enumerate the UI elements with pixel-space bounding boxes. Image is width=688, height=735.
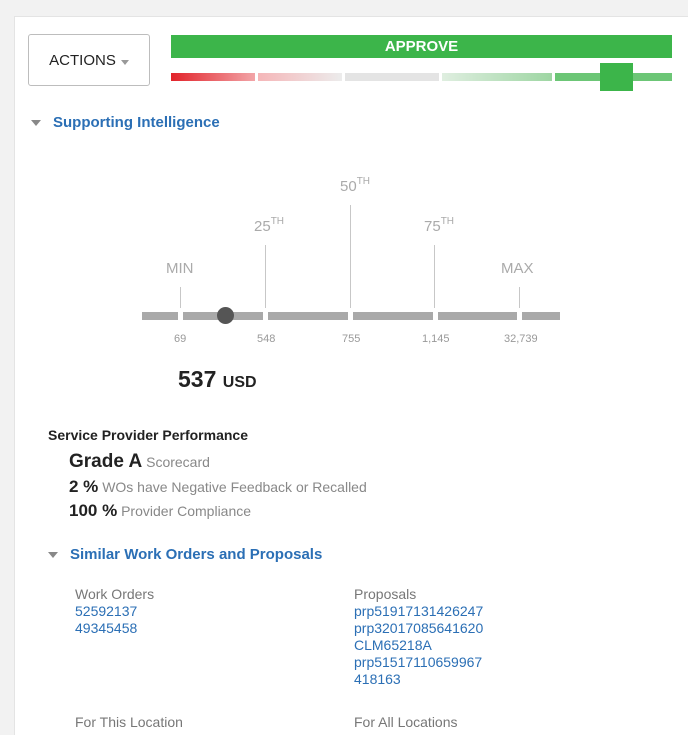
percentile-25-line xyxy=(265,245,266,308)
work-order-link[interactable]: 52592137 xyxy=(75,603,137,619)
proposal-link[interactable]: CLM65218A xyxy=(354,637,432,653)
actions-label: ACTIONS xyxy=(49,51,116,69)
negative-feedback-label: WOs have Negative Feedback or Recalled xyxy=(102,479,367,495)
proposal-link[interactable]: prp32017085641620 xyxy=(354,620,483,636)
percentile-50-line xyxy=(350,205,351,308)
max-label: MAX xyxy=(501,260,534,277)
grade-value: Grade A xyxy=(69,451,143,472)
range-track-segment xyxy=(268,312,348,320)
similar-work-orders-toggle[interactable]: Similar Work Orders and Proposals xyxy=(48,546,322,563)
rating-scale[interactable] xyxy=(171,73,672,81)
range-track-segment xyxy=(522,312,560,320)
scale-value: 755 xyxy=(342,333,361,345)
price-amount: 537 xyxy=(178,366,217,392)
collapse-triangle-icon xyxy=(48,551,58,558)
work-order-link[interactable]: 49345458 xyxy=(75,620,137,636)
scale-value: 1,145 xyxy=(422,333,450,345)
min-label: MIN xyxy=(166,260,194,277)
provider-performance-title: Service Provider Performance xyxy=(48,427,248,443)
negative-feedback-row: 2 % WOs have Negative Feedback or Recall… xyxy=(69,477,367,497)
rating-segment xyxy=(258,73,342,81)
scale-value: 548 xyxy=(257,333,276,345)
supporting-intelligence-toggle[interactable]: Supporting Intelligence xyxy=(31,114,220,131)
rating-segment xyxy=(442,73,552,81)
range-track-segment xyxy=(142,312,178,320)
compliance-label: Provider Compliance xyxy=(121,503,252,519)
approve-label: APPROVE xyxy=(384,38,459,55)
proposal-link[interactable]: prp51517110659967 xyxy=(354,654,482,670)
max-line xyxy=(519,287,520,308)
percentile-25-label: 25TH xyxy=(254,216,285,235)
compliance-value: 100 % xyxy=(69,501,118,520)
grade-row: Grade A Scorecard xyxy=(69,451,210,473)
similar-work-orders-title: Similar Work Orders and Proposals xyxy=(70,546,323,563)
percentile-75-line xyxy=(434,245,435,308)
proposal-link[interactable]: 418163 xyxy=(354,671,401,687)
price-unit: USD xyxy=(222,374,257,391)
range-track-segment xyxy=(438,312,517,320)
proposals-label: Proposals xyxy=(354,586,417,602)
percentile-50-label: 50TH xyxy=(340,176,371,195)
current-value-marker xyxy=(217,307,234,324)
scale-value: 69 xyxy=(174,333,187,345)
proposal-link[interactable]: prp51917131426247 xyxy=(354,603,483,619)
all-locations-label: For All Locations xyxy=(354,714,458,730)
actions-button[interactable]: ACTIONS xyxy=(28,34,150,86)
rating-segment xyxy=(345,73,439,81)
grade-label: Scorecard xyxy=(146,454,210,470)
work-orders-label: Work Orders xyxy=(75,586,155,602)
collapse-triangle-icon xyxy=(31,119,41,126)
compliance-row: 100 % Provider Compliance xyxy=(69,501,251,521)
negative-feedback-value: 2 % xyxy=(69,477,99,496)
rating-segment xyxy=(171,73,255,81)
range-track-segment xyxy=(353,312,433,320)
chevron-down-icon xyxy=(120,59,129,65)
approve-button[interactable]: APPROVE xyxy=(171,35,672,58)
rating-slider-handle[interactable] xyxy=(600,63,633,91)
price-value: 537 USD xyxy=(178,366,257,393)
scale-value: 32,739 xyxy=(504,333,538,345)
supporting-intelligence-title: Supporting Intelligence xyxy=(53,114,220,131)
percentile-75-label: 75TH xyxy=(424,216,455,235)
this-location-label: For This Location xyxy=(75,714,183,730)
min-line xyxy=(180,287,181,308)
